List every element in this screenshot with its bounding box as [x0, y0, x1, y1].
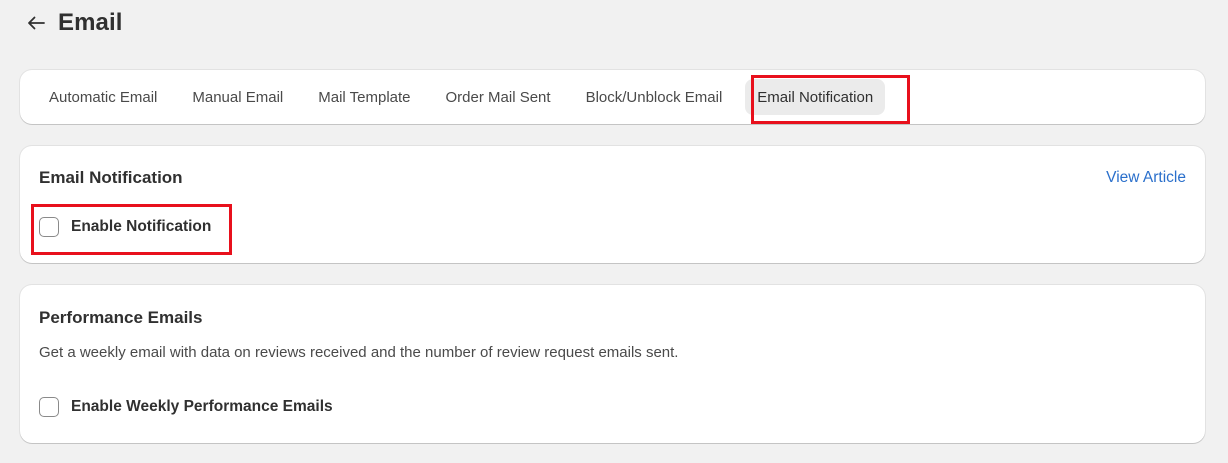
arrow-left-icon [28, 16, 45, 30]
tab-automatic-email[interactable]: Automatic Email [37, 79, 169, 115]
tabs-card: Automatic Email Manual Email Mail Templa… [20, 70, 1205, 124]
page-header: Email [24, 8, 123, 38]
tab-block-unblock-email[interactable]: Block/Unblock Email [574, 79, 735, 115]
tab-manual-email[interactable]: Manual Email [180, 79, 295, 115]
tab-bar: Automatic Email Manual Email Mail Templa… [37, 78, 896, 116]
performance-emails-description: Get a weekly email with data on reviews … [39, 344, 679, 361]
performance-emails-card: Performance Emails Get a weekly email wi… [20, 285, 1205, 443]
enable-weekly-performance-row[interactable]: Enable Weekly Performance Emails [39, 397, 333, 417]
back-button[interactable] [24, 11, 48, 35]
tab-mail-template[interactable]: Mail Template [306, 79, 422, 115]
enable-weekly-performance-checkbox[interactable] [39, 397, 59, 417]
email-settings-page: Email Automatic Email Manual Email Mail … [0, 0, 1228, 463]
performance-emails-title: Performance Emails [39, 308, 203, 327]
view-article-link[interactable]: View Article [1106, 169, 1186, 187]
email-notification-card: Email Notification View Article Enable N… [20, 146, 1205, 263]
enable-notification-row[interactable]: Enable Notification [39, 217, 211, 237]
enable-notification-checkbox[interactable] [39, 217, 59, 237]
page-title: Email [58, 9, 123, 36]
tab-email-notification[interactable]: Email Notification [745, 79, 886, 115]
enable-notification-label: Enable Notification [71, 218, 212, 235]
email-notification-title: Email Notification [39, 168, 183, 187]
enable-weekly-performance-label: Enable Weekly Performance Emails [71, 398, 333, 415]
tab-order-mail-sent[interactable]: Order Mail Sent [434, 79, 563, 115]
